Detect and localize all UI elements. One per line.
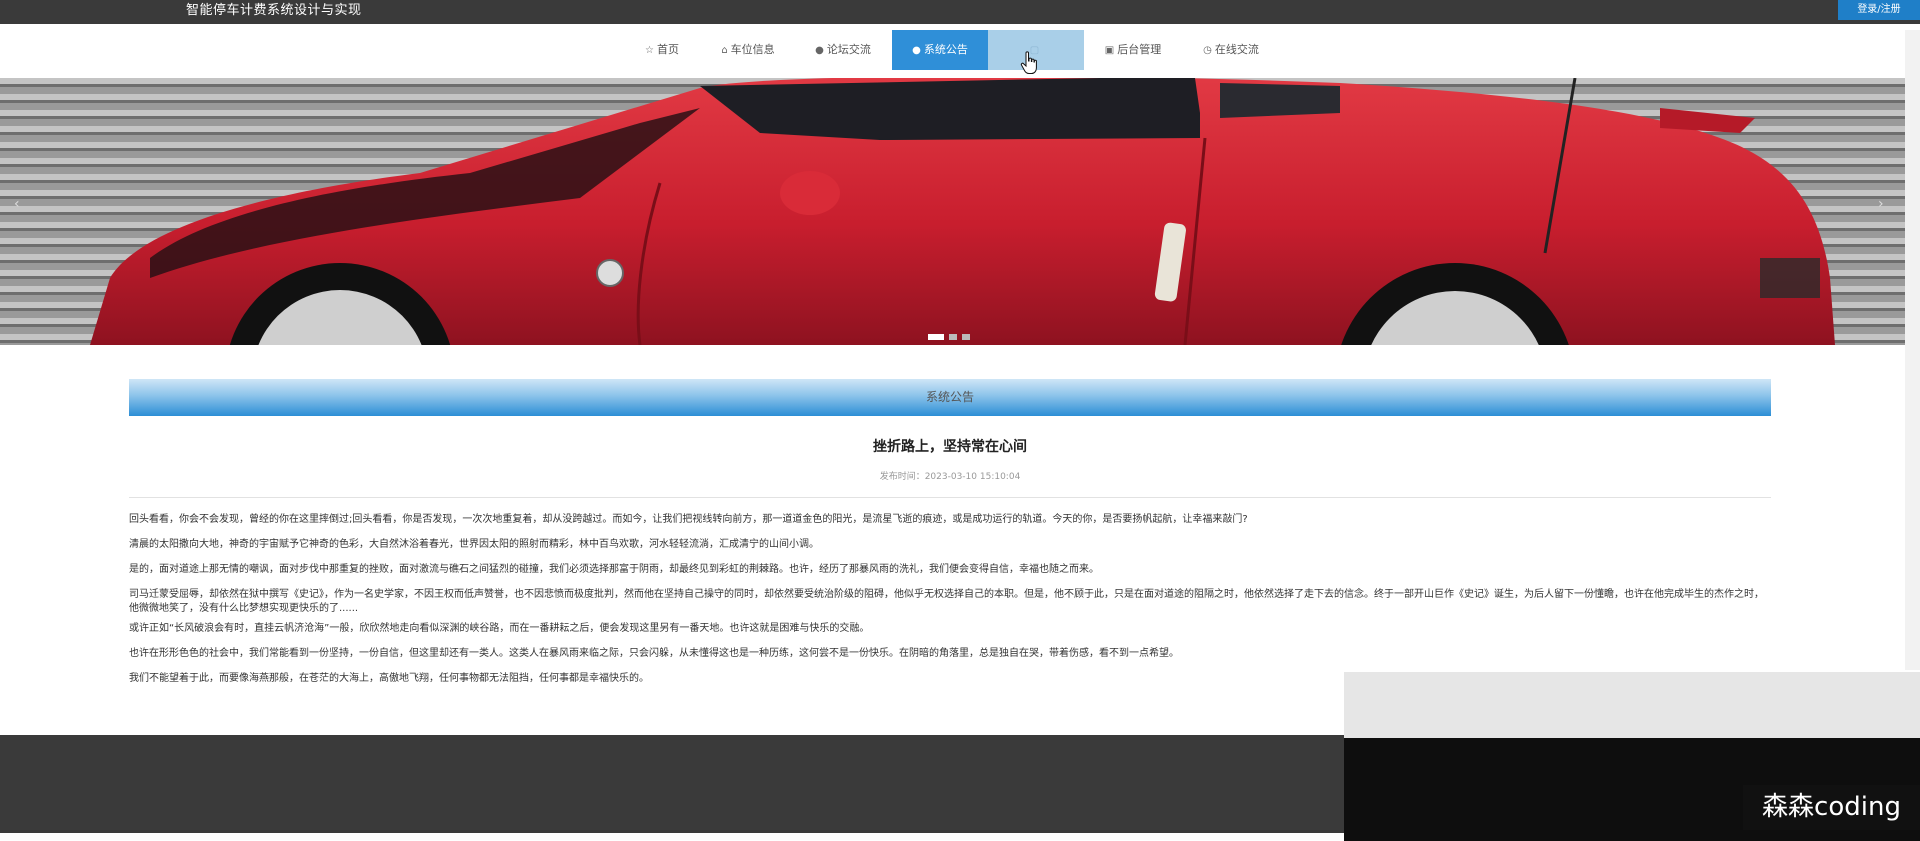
article-paragraph: 或许正如“长风破浪会有时，直挂云帆济沧海”一般，欣欣然地走向看似深渊的峡谷路，而… <box>129 623 870 634</box>
home-icon: ⌂ <box>721 45 728 56</box>
footer-bottom-strip <box>0 833 1344 841</box>
top-bar: 智能停车计费系统设计与实现 登录/注册 <box>0 0 1920 24</box>
banner-carousel[interactable]: ‹ › <box>0 78 1905 345</box>
nav-item-chat[interactable]: ◷ 在线交流 <box>1198 30 1264 70</box>
section-title-bar: 系统公告 <box>129 379 1771 416</box>
car-banner-image <box>0 78 1905 345</box>
star-icon: ☆ <box>645 45 654 56</box>
article-paragraph: 是的，面对道途上那无情的嘲讽，面对步伐中那重复的挫败，面对激流与礁石之间猛烈的碰… <box>129 564 1099 575</box>
article-content: 回头看看，你会不会发现，曾经的你在这里摔倒过;回头看看，你是否发现，一次次地重复… <box>129 513 1771 697</box>
login-register-button[interactable]: 登录/注册 <box>1838 0 1920 20</box>
carousel-dot[interactable] <box>962 334 970 340</box>
nav-item-forum[interactable]: ● 论坛交流 <box>810 30 876 70</box>
main-nav: ☆ 首页 ⌂ 车位信息 ● 论坛交流 ● 系统公告 ▢ ▣ 后台管理 ◷ 在线交流 <box>0 30 1920 72</box>
clock-icon: ◷ <box>1203 45 1212 56</box>
calendar-icon: ▣ <box>1104 45 1115 56</box>
nav-item-parking-info[interactable]: ⌂ 车位信息 <box>715 30 781 70</box>
article-paragraph: 司马迁蒙受屈辱，却依然在狱中撰写《史记》，作为一名史学家，不因王权而低声赞誉，也… <box>129 589 1764 614</box>
carousel-prev-icon[interactable]: ‹ <box>14 196 20 212</box>
nav-item-announcement[interactable]: ● 系统公告 <box>892 30 988 70</box>
nav-item-home[interactable]: ☆ 首页 <box>636 30 688 70</box>
nav-item-label: 后台管理 <box>1117 43 1162 56</box>
carousel-dot[interactable] <box>928 334 944 340</box>
divider <box>129 497 1771 498</box>
nav-item-label: 论坛交流 <box>826 43 871 56</box>
circle-icon: ● <box>912 45 921 56</box>
info-icon: ● <box>815 45 824 56</box>
carousel-indicators <box>928 334 975 342</box>
nav-item-label: 系统公告 <box>923 43 968 56</box>
nav-item-label: 首页 <box>656 43 679 56</box>
article-title: 挫折路上，坚持常在心间 <box>873 439 1027 455</box>
site-title: 智能停车计费系统设计与实现 <box>186 3 362 18</box>
article-paragraph: 回头看看，你会不会发现，曾经的你在这里摔倒过;回头看看，你是否发现，一次次地重复… <box>129 514 1248 525</box>
page-scroll-area <box>1905 30 1920 670</box>
article-paragraph: 清晨的太阳撒向大地，神奇的宇宙赋予它神奇的色彩，大自然沐浴着春光，世界因太阳的照… <box>129 539 819 550</box>
nav-item-label: 在线交流 <box>1214 43 1259 56</box>
carousel-next-icon[interactable]: › <box>1878 196 1884 212</box>
article-paragraph: 也许在形形色色的社会中，我们常能看到一份坚持，一份自信，但这里却还有一类人。这类… <box>129 648 1179 659</box>
carousel-dot[interactable] <box>949 334 957 340</box>
nav-item-admin[interactable]: ▣ 后台管理 <box>1100 30 1166 70</box>
publish-time: 发布时间：2023-03-10 15:10:04 <box>879 472 1021 482</box>
watermark-text: 森森coding <box>1743 785 1920 830</box>
hand-cursor-icon <box>1020 51 1037 74</box>
nav-item-label: 车位信息 <box>730 43 775 56</box>
